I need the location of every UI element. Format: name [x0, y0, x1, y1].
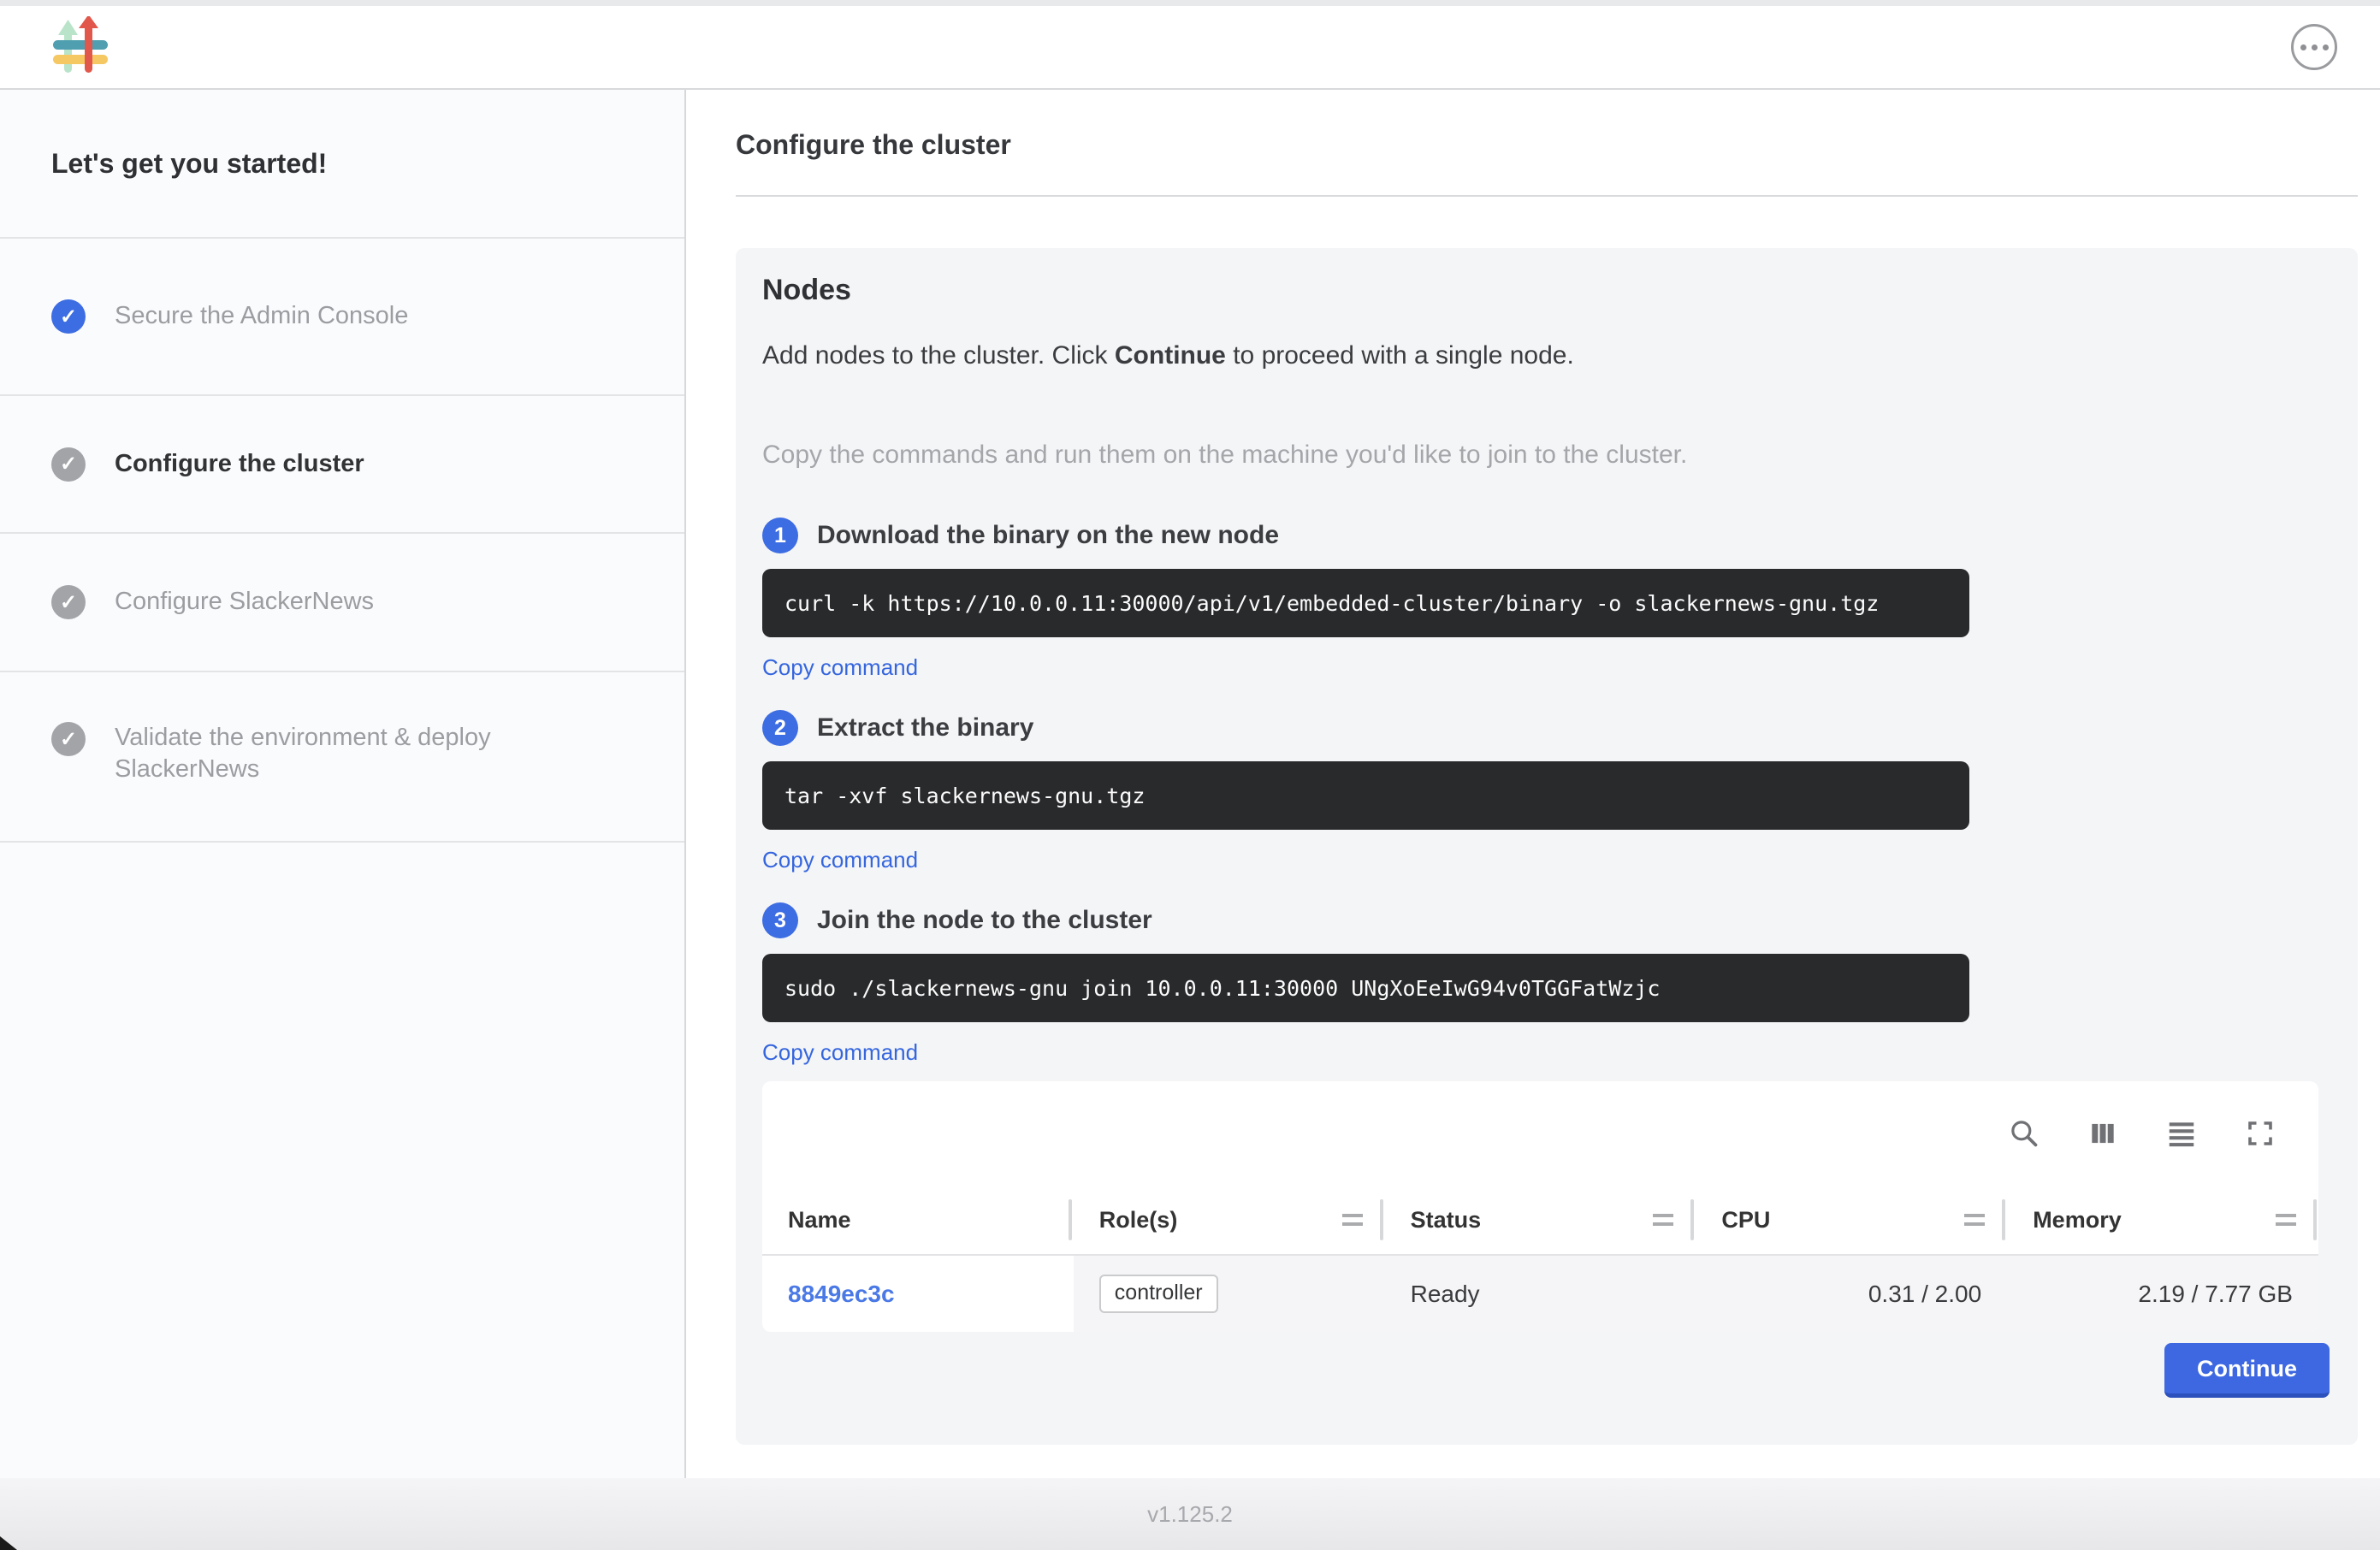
sidebar-step-validate-deploy: ✓ Validate the environment & deploy Slac…: [0, 672, 684, 843]
step-1-download-binary: 1 Download the binary on the new node cu…: [762, 518, 2330, 681]
command-code-block: tar -xvf slackernews-gnu.tgz: [762, 761, 1969, 830]
step-number-badge: 3: [762, 902, 798, 938]
check-circle-icon: ✓: [51, 299, 86, 334]
column-header-memory[interactable]: Memory: [2007, 1186, 2318, 1254]
step-number-badge: 1: [762, 518, 798, 553]
title-divider: [736, 195, 2358, 197]
sidebar-step-label: Configure the cluster: [115, 448, 364, 480]
check-circle-icon: ✓: [51, 722, 86, 756]
admin-console-page: Let's get you started! ✓ Secure the Admi…: [0, 0, 2380, 1550]
table-header-row: Name Role(s) Status: [762, 1186, 2318, 1254]
sidebar-step-label: Validate the environment & deploy Slacke…: [115, 722, 577, 785]
setup-steps-sidebar: Let's get you started! ✓ Secure the Admi…: [0, 90, 686, 1478]
column-separator[interactable]: [1069, 1199, 1072, 1240]
body-row: Let's get you started! ✓ Secure the Admi…: [0, 90, 2380, 1478]
column-header-name[interactable]: Name: [762, 1186, 1074, 1254]
copy-command-link[interactable]: Copy command: [762, 847, 918, 873]
column-header-label: Name: [788, 1207, 851, 1233]
column-header-status[interactable]: Status: [1385, 1186, 1696, 1254]
step-title: Join the node to the cluster: [817, 906, 1152, 935]
cell-node-name: 8849ec3c: [762, 1256, 1074, 1332]
column-menu-icon[interactable]: [1964, 1214, 1985, 1226]
check-circle-icon: ✓: [51, 447, 86, 482]
table-row: 8849ec3c controller Ready 0.31 / 2.00 2.…: [762, 1254, 2318, 1332]
sidebar-step-configure-slackernews: ✓ Configure SlackerNews: [0, 534, 684, 672]
main-content: Configure the cluster Nodes Add nodes to…: [686, 90, 2380, 1478]
window-top-strip: [0, 0, 2380, 6]
cell-node-cpu: 0.31 / 2.00: [1696, 1256, 2007, 1332]
slackernews-logo-icon: [53, 16, 110, 78]
cell-node-status: Ready: [1385, 1256, 1696, 1332]
cursor-artifact: [0, 1536, 17, 1550]
column-menu-icon[interactable]: [1342, 1214, 1363, 1226]
nodes-table-card: Name Role(s) Status: [762, 1081, 2318, 1332]
column-header-label: Role(s): [1099, 1207, 1178, 1233]
step-heading: 1 Download the binary on the new node: [762, 518, 2330, 553]
search-icon[interactable]: [2007, 1116, 2041, 1151]
page-title: Configure the cluster: [736, 129, 2358, 161]
column-header-label: CPU: [1721, 1207, 1770, 1233]
command-text: curl -k https://10.0.0.11:30000/api/v1/e…: [784, 591, 1879, 616]
ellipsis-menu-button[interactable]: [2291, 24, 2337, 70]
column-separator[interactable]: [2313, 1199, 2317, 1240]
copy-command-link[interactable]: Copy command: [762, 1039, 918, 1066]
copy-commands-instruction: Copy the commands and run them on the ma…: [762, 441, 2330, 470]
check-circle-icon: ✓: [51, 585, 86, 619]
column-header-cpu[interactable]: CPU: [1696, 1186, 2007, 1254]
step-heading: 3 Join the node to the cluster: [762, 902, 2330, 938]
app-footer: v1.125.2: [0, 1478, 2380, 1550]
column-menu-icon[interactable]: [1653, 1214, 1673, 1226]
cell-node-roles: controller: [1074, 1256, 1385, 1332]
column-separator[interactable]: [2002, 1199, 2005, 1240]
command-text: tar -xvf slackernews-gnu.tgz: [784, 784, 1145, 808]
nodes-card: Nodes Add nodes to the cluster. Click Co…: [736, 248, 2358, 1445]
column-separator[interactable]: [1380, 1199, 1383, 1240]
command-text: sudo ./slackernews-gnu join 10.0.0.11:30…: [784, 976, 1661, 1001]
fullscreen-icon[interactable]: [2243, 1116, 2277, 1151]
sidebar-title: Let's get you started!: [0, 90, 684, 239]
command-code-block: curl -k https://10.0.0.11:30000/api/v1/e…: [762, 569, 1969, 637]
view-columns-icon[interactable]: [2086, 1116, 2120, 1151]
column-header-label: Status: [1411, 1207, 1482, 1233]
sidebar-step-label: Secure the Admin Console: [115, 300, 408, 332]
sidebar-step-label: Configure SlackerNews: [115, 586, 374, 618]
column-header-label: Memory: [2033, 1207, 2122, 1233]
app-header: [0, 6, 2380, 90]
step-2-extract-binary: 2 Extract the binary tar -xvf slackernew…: [762, 710, 2330, 873]
nodes-intro-text: Add nodes to the cluster. Click Continue…: [762, 341, 2330, 370]
column-separator[interactable]: [1690, 1199, 1694, 1240]
node-name-link[interactable]: 8849ec3c: [788, 1281, 895, 1308]
ellipsis-dot: [2323, 44, 2329, 50]
column-header-roles[interactable]: Role(s): [1074, 1186, 1385, 1254]
command-code-block: sudo ./slackernews-gnu join 10.0.0.11:30…: [762, 954, 1969, 1022]
card-actions: Continue: [2164, 1343, 2330, 1398]
density-icon[interactable]: [2164, 1116, 2199, 1151]
continue-button[interactable]: Continue: [2164, 1343, 2330, 1398]
version-label: v1.125.2: [1147, 1501, 1233, 1528]
step-heading: 2 Extract the binary: [762, 710, 2330, 746]
sidebar-step-secure-admin-console: ✓ Secure the Admin Console: [0, 239, 684, 396]
step-3-join-node: 3 Join the node to the cluster sudo ./sl…: [762, 902, 2330, 1066]
sidebar-step-configure-cluster: ✓ Configure the cluster: [0, 396, 684, 534]
column-menu-icon[interactable]: [2276, 1214, 2296, 1226]
ellipsis-dot: [2312, 44, 2318, 50]
cell-node-memory: 2.19 / 7.77 GB: [2007, 1256, 2318, 1332]
copy-command-link[interactable]: Copy command: [762, 654, 918, 681]
step-title: Extract the binary: [817, 713, 1033, 742]
nodes-card-title: Nodes: [762, 274, 2330, 307]
table-toolbar: [762, 1081, 2318, 1186]
role-chip: controller: [1099, 1275, 1218, 1313]
step-number-badge: 2: [762, 710, 798, 746]
ellipsis-dot: [2300, 44, 2306, 50]
step-title: Download the binary on the new node: [817, 521, 1279, 550]
